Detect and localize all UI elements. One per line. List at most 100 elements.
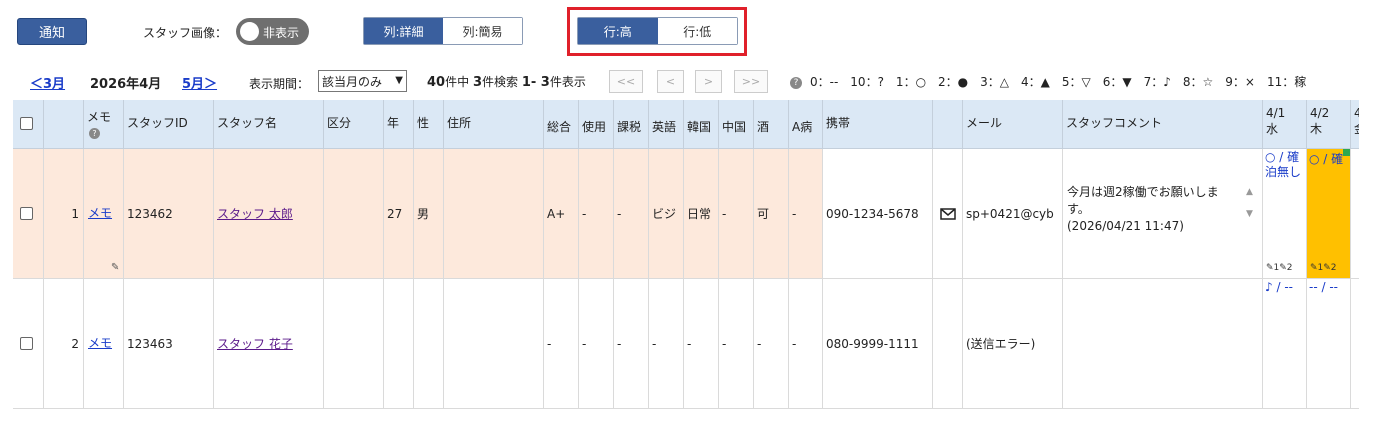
row-1-day-2[interactable]: ○ / 確 ✎1✎2 xyxy=(1307,149,1351,279)
row-1-address xyxy=(444,149,544,279)
row-1-korean: 日常 xyxy=(684,149,719,279)
day-2-date: 4/2 xyxy=(1310,106,1330,120)
column-detail-button[interactable]: 列:詳細 xyxy=(364,18,443,44)
toggle-label: 非表示 xyxy=(263,26,300,40)
day-3-date: 4 xyxy=(1354,106,1359,120)
header-day-2[interactable]: 4/2 木 xyxy=(1307,100,1351,149)
row-1-staff-name-link[interactable]: スタッフ 太郎 xyxy=(217,205,293,222)
header-total[interactable]: 総合 xyxy=(544,100,579,149)
row-1-memo-link[interactable]: メモ xyxy=(88,204,112,221)
row-1-mobile: 090-1234-5678 xyxy=(823,149,933,279)
header-comment[interactable]: スタッフコメント xyxy=(1063,100,1263,149)
pager-first-button[interactable]: << xyxy=(609,70,643,93)
header-memo-label: メモ xyxy=(87,110,112,124)
row-2-staff-id: 123463 xyxy=(124,279,214,409)
period-select[interactable]: 該当月のみ ▼ xyxy=(318,70,407,92)
header-a-disease[interactable]: A病 xyxy=(789,100,823,149)
column-simple-button[interactable]: 列:簡易 xyxy=(443,18,522,44)
chevron-down-icon: ▼ xyxy=(395,75,403,86)
row-2-total: - xyxy=(544,279,579,409)
column-mode-switch: 列:詳細 列:簡易 xyxy=(363,17,523,45)
day-2-flag xyxy=(1343,149,1350,156)
pager-last-button[interactable]: >> xyxy=(734,70,768,93)
row-1-day-3[interactable] xyxy=(1351,149,1359,279)
period-value: 該当月のみ xyxy=(322,74,383,89)
header-day-1[interactable]: 4/1 水 xyxy=(1263,100,1307,149)
row-2-chinese: - xyxy=(719,279,754,409)
row-2-address xyxy=(444,279,544,409)
scroll-down-icon[interactable]: ▼ xyxy=(1246,209,1253,219)
row-1-comment-cell: 今月は週2稼働でお願いしま す。 (2026/04/21 11:47) ▲ ▼ xyxy=(1063,149,1263,279)
pager-next-button[interactable]: > xyxy=(695,70,722,93)
row-2-staff-name-link[interactable]: スタッフ 花子 xyxy=(217,335,293,352)
row-2-memo-cell: メモ xyxy=(84,279,124,409)
row-2-memo-link[interactable]: メモ xyxy=(88,334,112,351)
row-1-usage: - xyxy=(579,149,614,279)
header-select-all xyxy=(13,100,44,149)
pencil-icon[interactable]: ✎ xyxy=(111,262,119,273)
row-2-age xyxy=(384,279,414,409)
header-address[interactable]: 住所 xyxy=(444,100,544,149)
help-icon[interactable]: ? xyxy=(790,76,802,89)
status-legend: ? 0：-- 10：? 1：○ 2：● 3：△ 4：▲ 5：▽ 6：▼ 7：♪ 8… xyxy=(790,73,1306,90)
count-range-suffix: 件表示 xyxy=(549,75,586,89)
header-age[interactable]: 年 xyxy=(384,100,414,149)
row-1-day-1-counts: ✎1✎2 xyxy=(1266,263,1293,273)
header-korean[interactable]: 韓国 xyxy=(684,100,719,149)
legend-text: 0：-- 10：? 1：○ 2：● 3：△ 4：▲ 5：▽ 6：▼ 7：♪ 8：… xyxy=(810,75,1307,89)
row-low-button[interactable]: 行:低 xyxy=(657,18,737,44)
row-2-mobile: 080-9999-1111 xyxy=(823,279,933,409)
row-2-no: 2 xyxy=(44,279,84,409)
mail-icon[interactable] xyxy=(939,207,956,220)
period-label: 表示期間： xyxy=(249,77,310,91)
row-1-checkbox-cell xyxy=(13,149,44,279)
count-search: 3 xyxy=(472,75,482,90)
row-2-day-1[interactable]: ♪ / -- xyxy=(1263,279,1307,409)
row-1-comment-line3: (2026/04/21 11:47) xyxy=(1067,219,1184,233)
notify-button[interactable]: 通知 xyxy=(17,18,87,45)
row-2-day-3[interactable] xyxy=(1351,279,1359,409)
header-english[interactable]: 英語 xyxy=(649,100,684,149)
header-usage[interactable]: 使用 xyxy=(579,100,614,149)
toggle-knob xyxy=(240,22,259,41)
day-1-weekday: 水 xyxy=(1266,122,1279,136)
row-1-email: sp+0421@cyb xyxy=(963,149,1063,279)
header-category[interactable]: 区分 xyxy=(324,100,384,149)
scroll-up-icon[interactable]: ▲ xyxy=(1246,187,1253,197)
row-high-button[interactable]: 行:高 xyxy=(578,18,658,44)
select-all-checkbox[interactable] xyxy=(20,117,33,130)
row-1-checkbox[interactable] xyxy=(20,207,33,220)
prev-month-link[interactable]: ＜3月 xyxy=(30,73,65,92)
row-2-checkbox[interactable] xyxy=(20,337,33,350)
row-1-day-1-note: 泊無し xyxy=(1265,165,1302,179)
row-1-day-1[interactable]: ○ / 確 泊無し ✎1✎2 xyxy=(1263,149,1307,279)
header-staff-name[interactable]: スタッフ名 xyxy=(214,100,324,149)
row-1-mail-icon-cell xyxy=(933,149,963,279)
row-1-staff-name-cell: スタッフ 太郎 xyxy=(214,149,324,279)
row-2-email: (送信エラー) xyxy=(963,279,1063,409)
row-1-day-2-status: ○ / 確 xyxy=(1309,152,1344,166)
header-no xyxy=(44,100,84,149)
next-month-link[interactable]: 5月＞ xyxy=(182,73,217,92)
row-1-total: A+ xyxy=(544,149,579,279)
header-alcohol[interactable]: 酒 xyxy=(754,100,789,149)
header-tax[interactable]: 課税 xyxy=(614,100,649,149)
day-2-weekday: 木 xyxy=(1310,122,1323,136)
header-mobile[interactable]: 携帯 xyxy=(823,100,933,149)
row-2-english: - xyxy=(649,279,684,409)
count-search-suffix: 件検索 xyxy=(481,75,518,89)
row-2-alcohol: - xyxy=(754,279,789,409)
row-2-category xyxy=(324,279,384,409)
memo-help-icon[interactable]: ? xyxy=(89,128,100,139)
staff-image-toggle[interactable]: 非表示 xyxy=(236,18,309,45)
header-mail[interactable]: メール xyxy=(963,100,1063,149)
row-1-chinese: - xyxy=(719,149,754,279)
header-chinese[interactable]: 中国 xyxy=(719,100,754,149)
header-day-3[interactable]: 4金 xyxy=(1351,100,1359,149)
header-sex[interactable]: 性 xyxy=(414,100,444,149)
pager-prev-button[interactable]: < xyxy=(657,70,684,93)
row-2-day-2[interactable]: -- / -- xyxy=(1307,279,1351,409)
header-staff-id[interactable]: スタッフID xyxy=(124,100,214,149)
current-month: 2026年4月 xyxy=(90,77,162,92)
staff-image-label: スタッフ画像： xyxy=(143,26,228,40)
